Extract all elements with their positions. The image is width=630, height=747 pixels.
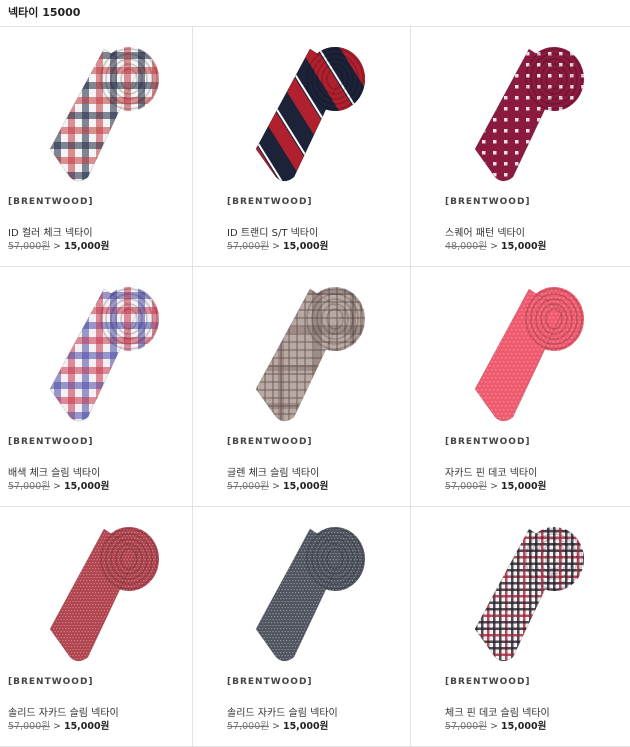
tie-image[interactable] bbox=[26, 37, 166, 187]
product-card[interactable]: [BRENTWOOD] ID 트랜디 S/T 넥타이 57,000원 >15,00… bbox=[193, 27, 411, 266]
product-row: [BRENTWOOD] ID 컬러 체크 넥타이 57,000원 >15,000원… bbox=[0, 26, 630, 266]
tie-image[interactable] bbox=[232, 277, 372, 427]
original-price: 57,000원 bbox=[227, 721, 269, 732]
product-card[interactable]: [BRENTWOOD] ID 컬러 체크 넥타이 57,000원 >15,000원 bbox=[0, 27, 193, 266]
sale-price: 15,000원 bbox=[282, 481, 329, 492]
product-price: 57,000원 >15,000원 bbox=[8, 718, 109, 732]
product-row: [BRENTWOOD] 솔리드 자카드 슬림 넥타이 57,000원 >15,00… bbox=[0, 506, 630, 747]
tie-pattern bbox=[50, 527, 159, 661]
product-price: 57,000원 >15,000원 bbox=[227, 238, 328, 252]
product-price: 48,000원 >15,000원 bbox=[445, 238, 546, 252]
product-name[interactable]: 솔리드 자카드 슬림 넥타이 bbox=[227, 704, 338, 719]
tie-pattern bbox=[255, 47, 365, 181]
product-price: 57,000원 >15,000원 bbox=[227, 718, 328, 732]
product-name[interactable]: 배색 체크 슬림 넥타이 bbox=[8, 464, 100, 479]
product-brand[interactable]: [BRENTWOOD] bbox=[227, 197, 313, 207]
sale-price: 15,000원 bbox=[63, 481, 110, 492]
product-grid: [BRENTWOOD] ID 컬러 체크 넥타이 57,000원 >15,000원… bbox=[0, 26, 630, 747]
product-brand[interactable]: [BRENTWOOD] bbox=[8, 437, 94, 447]
original-price: 57,000원 bbox=[445, 721, 487, 732]
product-price: 57,000원 >15,000원 bbox=[445, 478, 546, 492]
product-card[interactable]: [BRENTWOOD] 자카드 핀 데코 넥타이 57,000원 >15,000원 bbox=[411, 267, 630, 506]
price-arrow: > bbox=[489, 241, 498, 252]
product-brand[interactable]: [BRENTWOOD] bbox=[8, 677, 94, 687]
product-card[interactable]: [BRENTWOOD] 솔리드 자카드 슬림 넥타이 57,000원 >15,00… bbox=[0, 507, 193, 746]
price-arrow: > bbox=[489, 721, 498, 732]
product-name[interactable]: ID 트랜디 S/T 넥타이 bbox=[227, 224, 318, 239]
tie-pattern bbox=[474, 47, 584, 181]
sale-price: 15,000원 bbox=[500, 721, 547, 732]
product-name[interactable]: 자카드 핀 데코 넥타이 bbox=[445, 464, 537, 479]
product-card[interactable]: [BRENTWOOD] 솔리드 자카드 슬림 넥타이 57,000원 >15,00… bbox=[193, 507, 411, 746]
product-price: 57,000원 >15,000원 bbox=[227, 478, 328, 492]
product-card[interactable]: [BRENTWOOD] 체크 핀 데코 슬림 넥타이 57,000원 >15,00… bbox=[411, 507, 630, 746]
price-arrow: > bbox=[271, 721, 280, 732]
tie-pattern bbox=[474, 527, 584, 661]
tie-image[interactable] bbox=[26, 277, 166, 427]
product-brand[interactable]: [BRENTWOOD] bbox=[227, 437, 313, 447]
original-price: 57,000원 bbox=[8, 481, 50, 492]
original-price: 57,000원 bbox=[227, 481, 269, 492]
product-name[interactable]: 스퀘어 패턴 넥타이 bbox=[445, 224, 525, 239]
tie-image[interactable] bbox=[451, 37, 591, 187]
tie-pattern bbox=[255, 527, 365, 661]
product-brand[interactable]: [BRENTWOOD] bbox=[445, 197, 531, 207]
original-price: 57,000원 bbox=[227, 241, 269, 252]
tie-pattern bbox=[255, 287, 365, 421]
sale-price: 15,000원 bbox=[63, 721, 110, 732]
product-name[interactable]: ID 컬러 체크 넥타이 bbox=[8, 224, 93, 239]
original-price: 48,000원 bbox=[445, 241, 487, 252]
product-brand[interactable]: [BRENTWOOD] bbox=[227, 677, 313, 687]
product-row: [BRENTWOOD] 배색 체크 슬림 넥타이 57,000원 >15,000원… bbox=[0, 266, 630, 506]
product-name[interactable]: 글렌 체크 슬림 넥타이 bbox=[227, 464, 319, 479]
product-price: 57,000원 >15,000원 bbox=[8, 478, 109, 492]
product-price: 57,000원 >15,000원 bbox=[8, 238, 109, 252]
tie-image[interactable] bbox=[451, 277, 591, 427]
sale-price: 15,000원 bbox=[282, 241, 329, 252]
tie-image[interactable] bbox=[26, 517, 166, 667]
original-price: 57,000원 bbox=[445, 481, 487, 492]
tie-image[interactable] bbox=[232, 37, 372, 187]
sale-price: 15,000원 bbox=[282, 721, 329, 732]
original-price: 57,000원 bbox=[8, 721, 50, 732]
product-brand[interactable]: [BRENTWOOD] bbox=[445, 677, 531, 687]
sale-price: 15,000원 bbox=[500, 241, 547, 252]
product-name[interactable]: 솔리드 자카드 슬림 넥타이 bbox=[8, 704, 119, 719]
tie-image[interactable] bbox=[451, 517, 591, 667]
price-arrow: > bbox=[52, 241, 61, 252]
product-name[interactable]: 체크 핀 데코 슬림 넥타이 bbox=[445, 704, 550, 719]
tie-pattern bbox=[50, 47, 159, 181]
page-title: 넥타이 15000 bbox=[8, 6, 81, 19]
sale-price: 15,000원 bbox=[500, 481, 547, 492]
product-card[interactable]: [BRENTWOOD] 글렌 체크 슬림 넥타이 57,000원 >15,000원 bbox=[193, 267, 411, 506]
price-arrow: > bbox=[271, 481, 280, 492]
sale-price: 15,000원 bbox=[63, 241, 110, 252]
tie-pattern bbox=[474, 287, 584, 421]
product-card[interactable]: [BRENTWOOD] 스퀘어 패턴 넥타이 48,000원 >15,000원 bbox=[411, 27, 630, 266]
price-arrow: > bbox=[489, 481, 498, 492]
price-arrow: > bbox=[52, 721, 61, 732]
original-price: 57,000원 bbox=[8, 241, 50, 252]
product-price: 57,000원 >15,000원 bbox=[445, 718, 546, 732]
price-arrow: > bbox=[52, 481, 61, 492]
price-arrow: > bbox=[271, 241, 280, 252]
product-brand[interactable]: [BRENTWOOD] bbox=[445, 437, 531, 447]
product-card[interactable]: [BRENTWOOD] 배색 체크 슬림 넥타이 57,000원 >15,000원 bbox=[0, 267, 193, 506]
tie-image[interactable] bbox=[232, 517, 372, 667]
tie-pattern bbox=[50, 287, 159, 421]
product-brand[interactable]: [BRENTWOOD] bbox=[8, 197, 94, 207]
